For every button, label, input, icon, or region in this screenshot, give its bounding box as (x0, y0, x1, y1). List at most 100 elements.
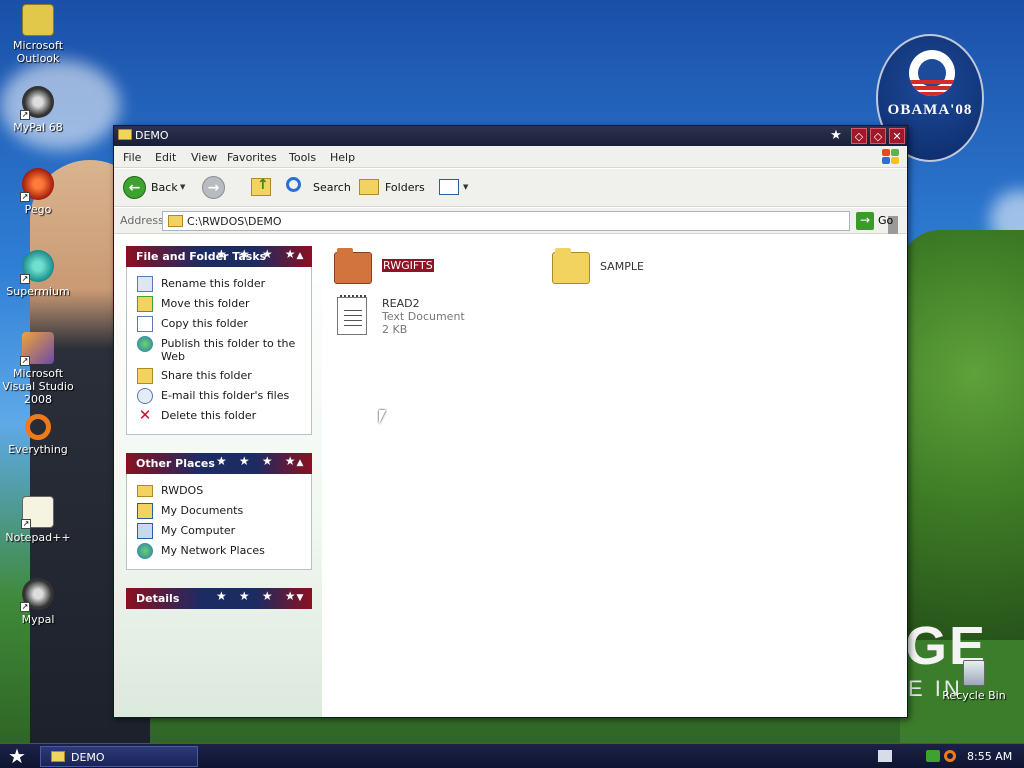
file-size: 2 KB (382, 323, 408, 336)
folder-item-rwgifts[interactable]: RWGIFTS (334, 245, 454, 285)
file-tasks-header[interactable]: ★ ★ ★ ★ File and Folder Tasks ▲ (126, 246, 312, 267)
address-label: Address (120, 214, 164, 227)
folder-item-sample[interactable]: SAMPLE (552, 245, 672, 285)
notepadpp-icon: ↗ (21, 496, 54, 529)
task-label: Rename this folder (161, 277, 266, 290)
menu-favorites[interactable]: Favorites (227, 151, 277, 164)
place-label: My Documents (161, 504, 244, 517)
my-computer-icon (137, 523, 153, 539)
network-icon (137, 543, 153, 559)
desktop-icon-label: Recycle Bin (942, 689, 1006, 702)
search-button[interactable]: Search (286, 176, 351, 200)
badge-text: OBAMA'08 (887, 102, 973, 118)
folder-icon (51, 751, 65, 762)
star-icon: ★ (830, 128, 842, 143)
desktop-icon-label: Mypal (21, 613, 55, 626)
desktop-icon-label: MyPal 68 (13, 121, 63, 134)
back-arrow-icon: ← (123, 176, 146, 199)
menu-file[interactable]: File (123, 151, 141, 164)
text-document-icon (337, 295, 367, 335)
taskbar: ★ DEMO 8:55 AM (0, 743, 1024, 768)
desktop-icon-visual-studio[interactable]: ↗ Microsoft Visual Studio 2008 (0, 332, 76, 406)
desktop-icon-outlook[interactable]: Microsoft Outlook (0, 4, 76, 65)
menu-help[interactable]: Help (330, 151, 355, 164)
forward-button[interactable]: → (202, 176, 238, 200)
menu-tools[interactable]: Tools (289, 151, 316, 164)
desktop-icon-mypal68[interactable]: ↗ MyPal 68 (0, 86, 76, 134)
task-label: Delete this folder (161, 409, 257, 422)
file-type: Text Document (382, 310, 465, 323)
collapse-down-icon[interactable]: ▼ (292, 590, 308, 606)
title-bar[interactable]: DEMO ★ ◇ ◇ ✕ (114, 126, 907, 146)
search-icon (286, 177, 301, 192)
other-places-header[interactable]: ★ ★ ★ ★ Other Places ▲ (126, 453, 312, 474)
address-input[interactable]: C:\RWDOS\DEMO (162, 211, 898, 234)
other-places-title: Other Places (136, 457, 215, 470)
close-button[interactable]: ✕ (889, 128, 905, 144)
share-icon (137, 368, 153, 384)
folder-name: SAMPLE (600, 260, 644, 273)
details-header[interactable]: ★ ★ ★ ★ Details ▼ (126, 588, 312, 609)
taskbar-button-label: DEMO (71, 751, 105, 764)
back-button[interactable]: ← Back ▼ (123, 176, 193, 200)
desktop-icon-everything[interactable]: Everything (0, 414, 76, 456)
views-button[interactable]: ▼ (439, 176, 471, 200)
address-bar: Address C:\RWDOS\DEMO → Go (114, 208, 907, 234)
task-label: Publish this folder to the Web (161, 337, 296, 363)
system-tray: 8:55 AM (870, 744, 1024, 768)
outlook-icon (22, 4, 54, 36)
safely-remove-icon[interactable] (926, 750, 940, 762)
minimize-button[interactable]: ◇ (851, 128, 867, 144)
collapse-up-icon[interactable]: ▲ (292, 455, 308, 471)
collapse-up-icon[interactable]: ▲ (292, 248, 308, 264)
my-documents-icon (137, 503, 153, 519)
everything-tray-icon[interactable] (944, 750, 956, 762)
address-value: C:\RWDOS\DEMO (187, 215, 282, 228)
folders-icon (359, 179, 379, 195)
stars-decoration: ★ ★ ★ ★ (216, 589, 300, 603)
file-item-read2[interactable]: READ2 Text Document 2 KB (337, 295, 477, 343)
menu-view[interactable]: View (191, 151, 217, 164)
raccoon-icon: ↗ (20, 578, 54, 612)
stars-decoration: ★ ★ ★ ★ (216, 454, 300, 468)
up-folder-icon: ↑ (251, 177, 271, 196)
details-title: Details (136, 592, 180, 605)
task-label: Share this folder (161, 369, 252, 382)
windows-logo-icon (881, 148, 901, 166)
go-arrow-icon[interactable]: → (856, 212, 874, 230)
folders-button[interactable]: Folders (359, 176, 425, 200)
pego-icon: ↗ (20, 168, 54, 202)
menu-edit[interactable]: Edit (155, 151, 176, 164)
folder-icon (168, 215, 183, 227)
globe-icon (137, 336, 153, 352)
task-pane: ★ ★ ★ ★ File and Folder Tasks ▲ Rename t… (114, 235, 322, 717)
task-label: Move this folder (161, 297, 250, 310)
desktop-icon-notepadpp[interactable]: ↗ Notepad++ (0, 496, 76, 544)
toolbar: ← Back ▼ → ↑ Search Folders ▼ (114, 169, 907, 207)
desktop-icon-recycle-bin[interactable]: Recycle Bin (936, 660, 1012, 702)
up-folder-button[interactable]: ↑ (251, 176, 275, 200)
chevron-down-icon: ▼ (180, 183, 186, 191)
task-label: Copy this folder (161, 317, 248, 330)
recycle-bin-icon (963, 660, 985, 686)
desktop-icon-pego[interactable]: ↗ Pego (0, 168, 76, 216)
rename-icon (137, 276, 153, 292)
clock[interactable]: 8:55 AM (967, 750, 1012, 763)
email-icon (137, 388, 153, 404)
window-title: DEMO (135, 129, 169, 142)
place-label: My Network Places (161, 544, 265, 557)
desktop-icon-label: Pego (24, 203, 52, 216)
go-button[interactable]: Go (878, 214, 893, 227)
copy-icon (137, 316, 153, 332)
maximize-button[interactable]: ◇ (870, 128, 886, 144)
folder-name: RWGIFTS (382, 259, 434, 272)
desktop-icon-supermium[interactable]: ↗ Supermium (0, 250, 76, 298)
taskbar-button-demo[interactable]: DEMO (40, 746, 198, 767)
everything-icon (25, 414, 51, 440)
desktop-icon-mypal[interactable]: ↗ Mypal (0, 578, 76, 626)
chevron-down-icon: ▼ (463, 183, 469, 191)
folder-icon (334, 248, 372, 284)
start-button[interactable]: ★ (4, 745, 30, 767)
keyboard-icon[interactable] (878, 750, 892, 762)
file-tasks-panel: Rename this folder Move this folder Copy… (126, 267, 312, 435)
